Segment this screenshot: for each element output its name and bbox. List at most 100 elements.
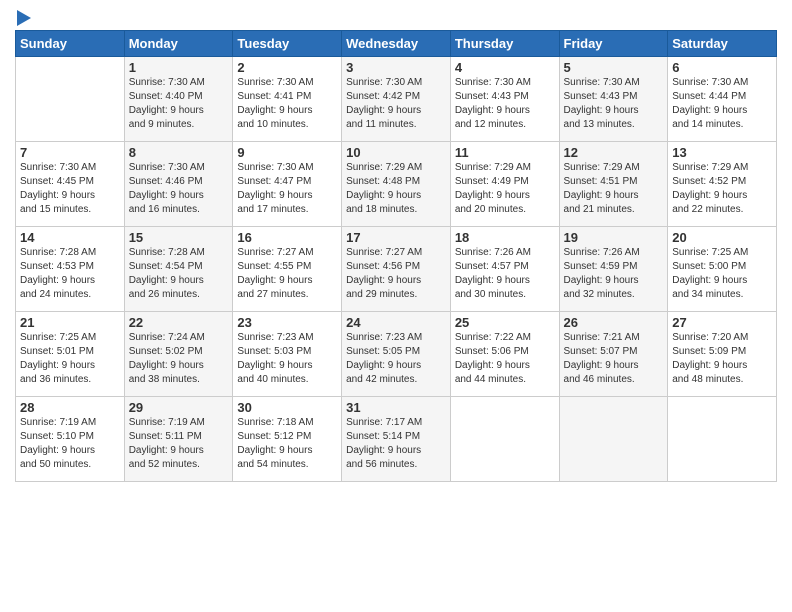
day-info: Sunrise: 7:18 AM Sunset: 5:12 PM Dayligh… <box>237 416 337 472</box>
calendar-cell: 21Sunrise: 7:25 AM Sunset: 5:01 PM Dayli… <box>16 312 125 397</box>
calendar-header-row: SundayMondayTuesdayWednesdayThursdayFrid… <box>16 31 777 57</box>
calendar-cell <box>668 397 777 482</box>
calendar-cell: 13Sunrise: 7:29 AM Sunset: 4:52 PM Dayli… <box>668 142 777 227</box>
calendar-cell: 17Sunrise: 7:27 AM Sunset: 4:56 PM Dayli… <box>342 227 451 312</box>
calendar-cell: 14Sunrise: 7:28 AM Sunset: 4:53 PM Dayli… <box>16 227 125 312</box>
day-number: 17 <box>346 230 446 245</box>
day-info: Sunrise: 7:23 AM Sunset: 5:05 PM Dayligh… <box>346 331 446 387</box>
logo-arrow-icon <box>17 10 31 26</box>
calendar-cell: 25Sunrise: 7:22 AM Sunset: 5:06 PM Dayli… <box>450 312 559 397</box>
day-info: Sunrise: 7:30 AM Sunset: 4:42 PM Dayligh… <box>346 76 446 132</box>
column-header-sunday: Sunday <box>16 31 125 57</box>
calendar-cell: 28Sunrise: 7:19 AM Sunset: 5:10 PM Dayli… <box>16 397 125 482</box>
day-info: Sunrise: 7:30 AM Sunset: 4:41 PM Dayligh… <box>237 76 337 132</box>
calendar-cell: 22Sunrise: 7:24 AM Sunset: 5:02 PM Dayli… <box>124 312 233 397</box>
day-number: 23 <box>237 315 337 330</box>
column-header-wednesday: Wednesday <box>342 31 451 57</box>
column-header-tuesday: Tuesday <box>233 31 342 57</box>
calendar-cell: 24Sunrise: 7:23 AM Sunset: 5:05 PM Dayli… <box>342 312 451 397</box>
day-number: 6 <box>672 60 772 75</box>
day-info: Sunrise: 7:19 AM Sunset: 5:11 PM Dayligh… <box>129 416 229 472</box>
day-number: 9 <box>237 145 337 160</box>
day-number: 3 <box>346 60 446 75</box>
day-number: 7 <box>20 145 120 160</box>
calendar-week-row: 14Sunrise: 7:28 AM Sunset: 4:53 PM Dayli… <box>16 227 777 312</box>
day-number: 31 <box>346 400 446 415</box>
day-info: Sunrise: 7:30 AM Sunset: 4:47 PM Dayligh… <box>237 161 337 217</box>
calendar-cell: 31Sunrise: 7:17 AM Sunset: 5:14 PM Dayli… <box>342 397 451 482</box>
calendar-cell: 19Sunrise: 7:26 AM Sunset: 4:59 PM Dayli… <box>559 227 668 312</box>
column-header-friday: Friday <box>559 31 668 57</box>
calendar-cell: 16Sunrise: 7:27 AM Sunset: 4:55 PM Dayli… <box>233 227 342 312</box>
calendar-cell: 15Sunrise: 7:28 AM Sunset: 4:54 PM Dayli… <box>124 227 233 312</box>
calendar-cell: 3Sunrise: 7:30 AM Sunset: 4:42 PM Daylig… <box>342 57 451 142</box>
day-number: 25 <box>455 315 555 330</box>
logo <box>15 10 31 22</box>
day-number: 26 <box>564 315 664 330</box>
calendar-cell: 23Sunrise: 7:23 AM Sunset: 5:03 PM Dayli… <box>233 312 342 397</box>
day-number: 30 <box>237 400 337 415</box>
day-number: 27 <box>672 315 772 330</box>
calendar-cell: 5Sunrise: 7:30 AM Sunset: 4:43 PM Daylig… <box>559 57 668 142</box>
calendar-week-row: 28Sunrise: 7:19 AM Sunset: 5:10 PM Dayli… <box>16 397 777 482</box>
calendar-cell: 2Sunrise: 7:30 AM Sunset: 4:41 PM Daylig… <box>233 57 342 142</box>
calendar-week-row: 1Sunrise: 7:30 AM Sunset: 4:40 PM Daylig… <box>16 57 777 142</box>
calendar-cell: 20Sunrise: 7:25 AM Sunset: 5:00 PM Dayli… <box>668 227 777 312</box>
day-number: 20 <box>672 230 772 245</box>
calendar-cell <box>559 397 668 482</box>
day-number: 22 <box>129 315 229 330</box>
day-info: Sunrise: 7:20 AM Sunset: 5:09 PM Dayligh… <box>672 331 772 387</box>
calendar-cell: 11Sunrise: 7:29 AM Sunset: 4:49 PM Dayli… <box>450 142 559 227</box>
day-info: Sunrise: 7:24 AM Sunset: 5:02 PM Dayligh… <box>129 331 229 387</box>
column-header-thursday: Thursday <box>450 31 559 57</box>
day-info: Sunrise: 7:27 AM Sunset: 4:55 PM Dayligh… <box>237 246 337 302</box>
day-number: 29 <box>129 400 229 415</box>
day-number: 13 <box>672 145 772 160</box>
calendar-cell <box>450 397 559 482</box>
header <box>15 10 777 22</box>
day-number: 8 <box>129 145 229 160</box>
day-info: Sunrise: 7:21 AM Sunset: 5:07 PM Dayligh… <box>564 331 664 387</box>
day-number: 4 <box>455 60 555 75</box>
day-info: Sunrise: 7:26 AM Sunset: 4:59 PM Dayligh… <box>564 246 664 302</box>
calendar-cell: 30Sunrise: 7:18 AM Sunset: 5:12 PM Dayli… <box>233 397 342 482</box>
day-info: Sunrise: 7:30 AM Sunset: 4:45 PM Dayligh… <box>20 161 120 217</box>
day-info: Sunrise: 7:30 AM Sunset: 4:43 PM Dayligh… <box>455 76 555 132</box>
calendar-cell: 18Sunrise: 7:26 AM Sunset: 4:57 PM Dayli… <box>450 227 559 312</box>
day-info: Sunrise: 7:29 AM Sunset: 4:51 PM Dayligh… <box>564 161 664 217</box>
calendar-cell: 27Sunrise: 7:20 AM Sunset: 5:09 PM Dayli… <box>668 312 777 397</box>
day-info: Sunrise: 7:30 AM Sunset: 4:46 PM Dayligh… <box>129 161 229 217</box>
day-number: 11 <box>455 145 555 160</box>
day-info: Sunrise: 7:28 AM Sunset: 4:53 PM Dayligh… <box>20 246 120 302</box>
calendar-cell: 10Sunrise: 7:29 AM Sunset: 4:48 PM Dayli… <box>342 142 451 227</box>
day-info: Sunrise: 7:22 AM Sunset: 5:06 PM Dayligh… <box>455 331 555 387</box>
calendar-cell: 6Sunrise: 7:30 AM Sunset: 4:44 PM Daylig… <box>668 57 777 142</box>
calendar-cell: 12Sunrise: 7:29 AM Sunset: 4:51 PM Dayli… <box>559 142 668 227</box>
day-info: Sunrise: 7:26 AM Sunset: 4:57 PM Dayligh… <box>455 246 555 302</box>
day-info: Sunrise: 7:30 AM Sunset: 4:43 PM Dayligh… <box>564 76 664 132</box>
day-number: 24 <box>346 315 446 330</box>
day-number: 28 <box>20 400 120 415</box>
day-info: Sunrise: 7:28 AM Sunset: 4:54 PM Dayligh… <box>129 246 229 302</box>
day-number: 14 <box>20 230 120 245</box>
day-number: 21 <box>20 315 120 330</box>
page-container: SundayMondayTuesdayWednesdayThursdayFrid… <box>0 0 792 492</box>
calendar-cell: 1Sunrise: 7:30 AM Sunset: 4:40 PM Daylig… <box>124 57 233 142</box>
day-info: Sunrise: 7:25 AM Sunset: 5:00 PM Dayligh… <box>672 246 772 302</box>
day-number: 12 <box>564 145 664 160</box>
calendar-cell: 4Sunrise: 7:30 AM Sunset: 4:43 PM Daylig… <box>450 57 559 142</box>
day-info: Sunrise: 7:29 AM Sunset: 4:48 PM Dayligh… <box>346 161 446 217</box>
calendar-cell: 9Sunrise: 7:30 AM Sunset: 4:47 PM Daylig… <box>233 142 342 227</box>
day-number: 15 <box>129 230 229 245</box>
column-header-saturday: Saturday <box>668 31 777 57</box>
day-number: 5 <box>564 60 664 75</box>
calendar-table: SundayMondayTuesdayWednesdayThursdayFrid… <box>15 30 777 482</box>
calendar-cell: 8Sunrise: 7:30 AM Sunset: 4:46 PM Daylig… <box>124 142 233 227</box>
calendar-week-row: 7Sunrise: 7:30 AM Sunset: 4:45 PM Daylig… <box>16 142 777 227</box>
calendar-week-row: 21Sunrise: 7:25 AM Sunset: 5:01 PM Dayli… <box>16 312 777 397</box>
day-info: Sunrise: 7:23 AM Sunset: 5:03 PM Dayligh… <box>237 331 337 387</box>
calendar-cell: 29Sunrise: 7:19 AM Sunset: 5:11 PM Dayli… <box>124 397 233 482</box>
day-info: Sunrise: 7:30 AM Sunset: 4:44 PM Dayligh… <box>672 76 772 132</box>
day-info: Sunrise: 7:29 AM Sunset: 4:52 PM Dayligh… <box>672 161 772 217</box>
calendar-cell: 26Sunrise: 7:21 AM Sunset: 5:07 PM Dayli… <box>559 312 668 397</box>
